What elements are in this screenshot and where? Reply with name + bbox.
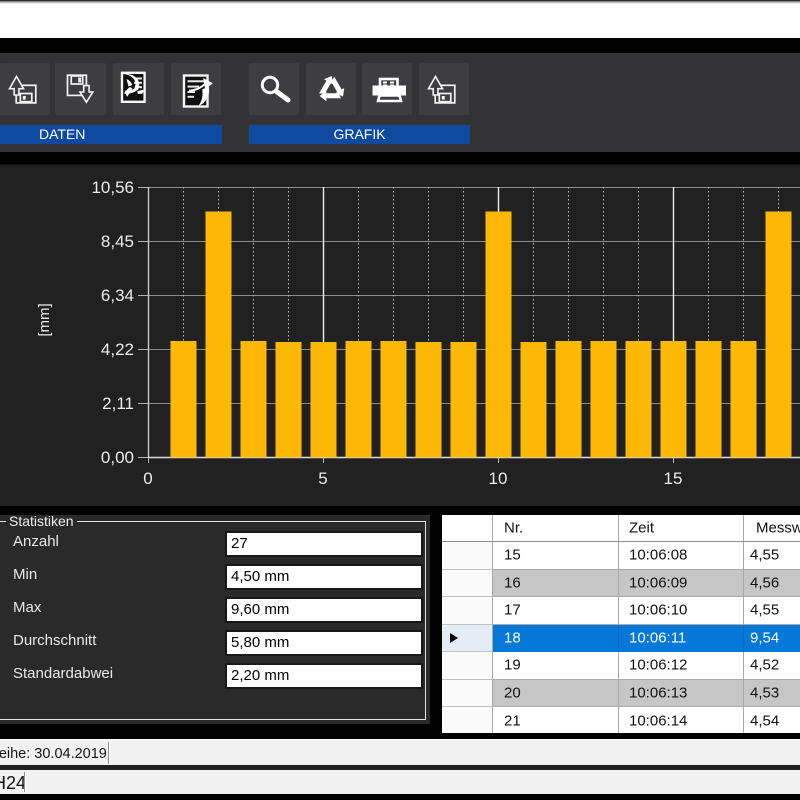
svg-text:10,56: 10,56 xyxy=(91,178,134,197)
svg-text:0: 0 xyxy=(143,469,152,488)
svg-text:5: 5 xyxy=(318,469,327,488)
svg-text:4,22: 4,22 xyxy=(101,340,134,359)
svg-text:15: 15 xyxy=(664,469,683,488)
svg-text:8,45: 8,45 xyxy=(101,232,134,251)
svg-text:2,11: 2,11 xyxy=(102,394,134,413)
svg-text:6,34: 6,34 xyxy=(101,286,134,305)
svg-text:0,00: 0,00 xyxy=(101,448,134,467)
svg-text:10: 10 xyxy=(489,469,508,488)
svg-text:[mm]: [mm] xyxy=(36,303,53,336)
